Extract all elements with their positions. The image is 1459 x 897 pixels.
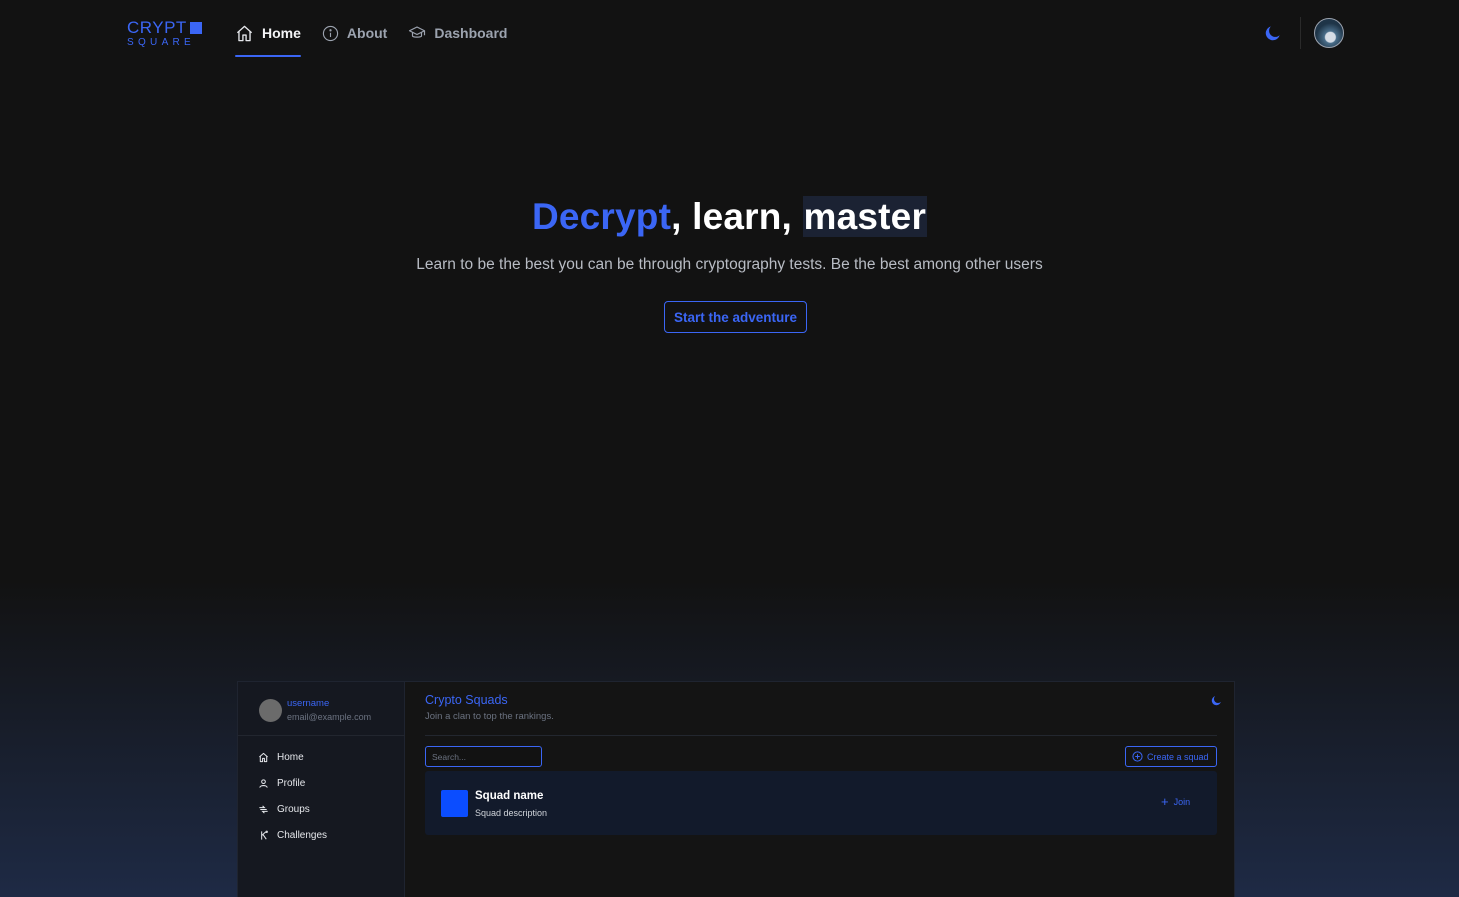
logo-square-icon — [189, 21, 202, 34]
hero-title-sep: , — [781, 196, 803, 237]
logo-text-top: CRYPT — [127, 18, 187, 37]
home-icon — [259, 752, 268, 762]
preview-divider — [425, 735, 1217, 736]
nav-link-label: Home — [262, 25, 301, 41]
preview-menu-label: Groups — [277, 803, 310, 815]
preview-menu-label: Challenges — [277, 829, 328, 841]
create-squad-button[interactable]: Create a squad — [1125, 746, 1217, 767]
preview-sidebar: username email@example.com Home Profile … — [238, 682, 405, 897]
hero-title-decrypt: Decrypt — [531, 196, 672, 237]
user-avatar[interactable] — [1314, 18, 1344, 48]
preview-menu-challenges[interactable]: Challenges — [258, 822, 327, 848]
squad-name: Squad name — [475, 790, 544, 802]
create-squad-label: Create a squad — [1147, 751, 1209, 762]
moon-icon[interactable] — [1210, 694, 1223, 707]
preview-title: Crypto Squads — [425, 693, 508, 707]
nav-link-dashboard[interactable]: Dashboard — [408, 0, 507, 66]
preview-menu-label: Home — [277, 751, 304, 763]
info-icon — [322, 25, 339, 41]
plus-circle-icon — [1132, 751, 1143, 762]
plus-icon: + — [1161, 794, 1169, 809]
moon-icon[interactable] — [1263, 23, 1283, 43]
preview-menu-label: Profile — [277, 777, 306, 789]
preview-menu-groups[interactable]: Groups — [258, 796, 327, 822]
hero-title-master: master — [802, 196, 928, 237]
preview-menu-profile[interactable]: Profile — [258, 770, 327, 796]
squad-logo — [441, 790, 468, 817]
groups-icon — [259, 804, 268, 814]
nav-link-label: About — [346, 25, 388, 41]
preview-user-card: username email@example.com — [238, 682, 405, 736]
top-navbar: CRYPT SQUARE Home About Dashboard — [0, 0, 1459, 66]
challenges-icon — [261, 830, 268, 840]
nav-link-label: Dashboard — [434, 25, 508, 41]
home-icon — [236, 25, 253, 41]
squad-card: Squad name Squad description + Join — [425, 771, 1217, 835]
user-icon — [259, 778, 268, 788]
logo[interactable]: CRYPT SQUARE — [127, 19, 202, 49]
hero-title-learn: learn — [692, 196, 782, 237]
hero-title-sep: , — [671, 196, 693, 237]
hero-title: Decrypt, learn, master — [0, 196, 1459, 238]
nav-divider — [1300, 17, 1301, 49]
preview-menu: Home Profile Groups Challenges — [258, 744, 327, 848]
nav-links: Home About Dashboard — [235, 0, 528, 66]
preview-avatar — [259, 699, 282, 722]
start-adventure-button[interactable]: Start the adventure — [664, 301, 807, 333]
logo-text-bottom: SQUARE — [127, 37, 196, 48]
preview-description: Join a clan to top the rankings. — [425, 711, 554, 722]
join-button[interactable]: + Join — [1161, 794, 1191, 809]
preview-email: email@example.com — [287, 712, 372, 722]
squad-description: Squad description — [475, 808, 548, 818]
graduation-cap-icon — [409, 26, 426, 38]
preview-username: username — [287, 698, 330, 709]
preview-menu-home[interactable]: Home — [258, 744, 327, 770]
search-input[interactable] — [425, 746, 542, 767]
hero-subtitle: Learn to be the best you can be through … — [416, 256, 1043, 273]
app-preview: username email@example.com Home Profile … — [237, 681, 1235, 897]
join-label: Join — [1173, 797, 1191, 807]
nav-link-about[interactable]: About — [322, 0, 387, 66]
nav-link-home[interactable]: Home — [235, 0, 301, 66]
preview-main: Crypto Squads Join a clan to top the ran… — [405, 682, 1234, 897]
